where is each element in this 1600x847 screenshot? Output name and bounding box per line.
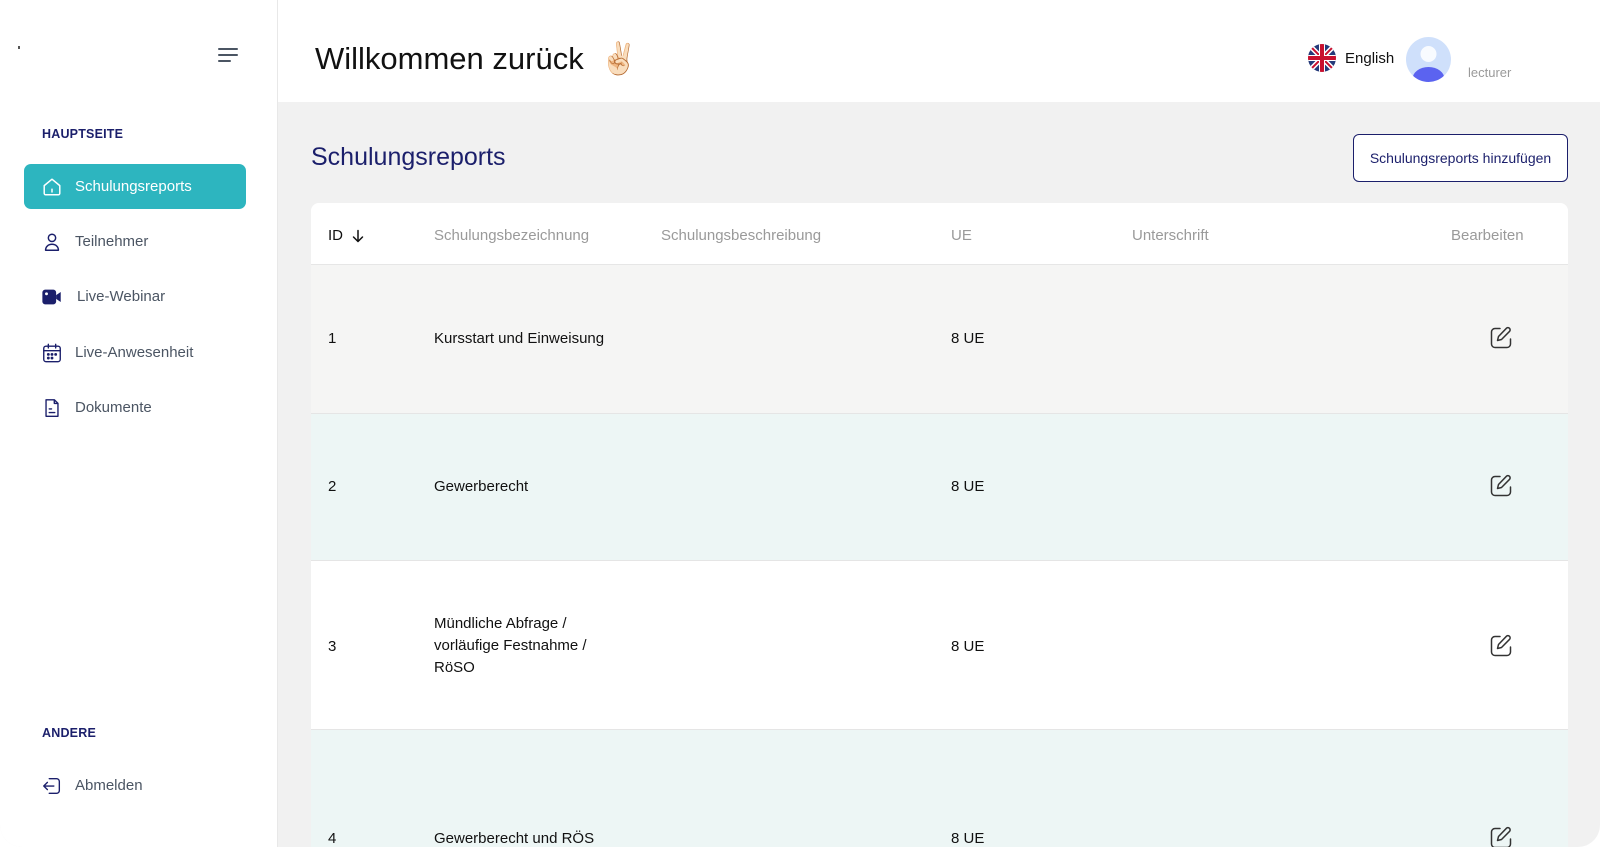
column-header-name: Schulungsbezeichnung [434,227,590,244]
column-header-id[interactable]: ID [328,227,365,244]
sidebar-item-label: Live-Webinar [77,288,166,305]
cell-ue: 8 UE [951,478,985,495]
table-row: 4 Gewerberecht und RÖS 8 UE [311,730,1568,847]
avatar[interactable] [1406,37,1451,82]
logout-button[interactable]: Abmelden [24,763,246,808]
table-header: ID Schulungsbezeichnung Schulungsbeschre… [311,203,1568,265]
sidebar-item-label: Dokumente [75,399,152,416]
cell-id: 4 [328,830,337,847]
column-header-id-label: ID [328,227,343,244]
sort-arrow-down-icon [351,229,365,243]
cell-name-line: RöSO [434,659,475,676]
edit-icon[interactable] [1488,325,1514,351]
cell-ue: 8 UE [951,330,985,347]
menu-toggle-icon[interactable] [218,48,244,70]
language-switcher[interactable]: English [1308,44,1394,72]
user-icon [41,231,63,253]
cell-name: Gewerberecht und RÖS [434,830,595,847]
cell-name-line: Mündliche Abfrage / [434,615,567,632]
section-label-main: HAUPTSEITE [42,127,124,141]
table-row: 1 Kursstart und Einweisung 8 UE [311,265,1568,414]
logout-label: Abmelden [75,777,143,794]
header: Willkommen zurück ✌🏻 English lecturer [278,0,1600,102]
sidebar-item-schulungsreports[interactable]: Schulungsreports [24,164,246,209]
document-icon [41,397,63,419]
video-camera-icon [41,286,63,308]
cell-name: Gewerberecht [434,478,529,495]
edit-icon[interactable] [1488,825,1514,847]
sidebar-item-teilnehmer[interactable]: Teilnehmer [24,219,246,264]
sidebar-item-live-anwesenheit[interactable]: Live-Anwesenheit [24,330,246,375]
calendar-icon [41,342,63,364]
logout-icon [41,775,63,797]
column-header-signature: Unterschrift [1132,227,1209,244]
reports-table: ID Schulungsbezeichnung Schulungsbeschre… [311,203,1568,847]
user-role: lecturer [1468,65,1512,80]
language-label: English [1345,49,1395,67]
sidebar-item-label: Schulungsreports [75,178,192,195]
sidebar-item-label: Teilnehmer [75,233,149,250]
sidebar: HAUPTSEITE Schulungsreports Teilnehmer L… [0,0,278,847]
home-icon [41,176,63,198]
app-window: HAUPTSEITE Schulungsreports Teilnehmer L… [0,0,1600,847]
page-title: Schulungsreports [311,143,506,171]
cell-ue: 8 UE [951,830,985,847]
edit-icon[interactable] [1488,473,1514,499]
victory-hand-icon: ✌🏻 [599,41,639,76]
add-report-button[interactable]: Schulungsreports hinzufügen [1353,134,1568,182]
cell-name-line: vorläufige Festnahme / [434,637,587,654]
cell-name: Mündliche Abfrage / vorläufige Festnahme… [434,613,634,679]
column-header-ue: UE [951,227,972,244]
sidebar-item-live-webinar[interactable]: Live-Webinar [24,274,246,319]
greeting-text: Willkommen zurück [315,40,584,76]
cell-id: 1 [328,330,337,347]
page-greeting: Willkommen zurück ✌🏻 [315,40,638,77]
cell-id: 3 [328,638,337,655]
table-row: 2 Gewerberecht 8 UE [311,414,1568,561]
sidebar-item-label: Live-Anwesenheit [75,344,194,361]
table-row: 3 Mündliche Abfrage / vorläufige Festnah… [311,561,1568,730]
column-header-edit: Bearbeiten [1451,227,1524,244]
column-header-description: Schulungsbeschreibung [661,227,822,244]
sidebar-item-dokumente[interactable]: Dokumente [24,385,246,430]
logo [18,46,20,49]
cell-ue: 8 UE [951,638,985,655]
section-label-other: ANDERE [42,726,96,740]
edit-icon[interactable] [1488,633,1514,659]
cell-name: Kursstart und Einweisung [434,330,605,347]
cell-id: 2 [328,478,337,495]
uk-flag-icon [1308,44,1336,72]
